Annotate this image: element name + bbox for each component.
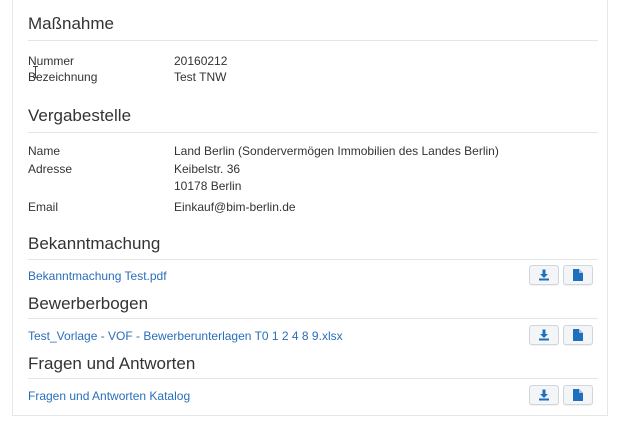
view-document-button[interactable] (563, 325, 593, 345)
document-icon (573, 389, 583, 401)
download-button[interactable] (529, 385, 559, 405)
divider (28, 40, 598, 41)
bekanntmachung-file-link[interactable]: Bekanntmachung Test.pdf (28, 269, 167, 283)
fragen-antworten-file-link[interactable]: Fragen und Antworten Katalog (28, 389, 190, 403)
name-value: Land Berlin (Sondervermögen Immobilien d… (174, 144, 499, 158)
vergabestelle-heading: Vergabestelle (28, 106, 132, 125)
bekanntmachung-heading: Bekanntmachung (28, 234, 161, 253)
bezeichnung-value: Test TNW (174, 70, 227, 84)
divider (28, 259, 598, 260)
adresse-label: Adresse (28, 162, 73, 176)
massnahme-heading: Maßnahme (28, 14, 114, 33)
view-document-button[interactable] (563, 265, 593, 285)
address-line-1: Keibelstr. 36 (174, 162, 241, 176)
address-line-2: 10178 Berlin (174, 179, 242, 193)
divider (28, 318, 598, 319)
download-icon (539, 329, 549, 341)
document-icon (573, 329, 583, 341)
download-button[interactable] (529, 325, 559, 345)
name-label: Name (28, 144, 61, 158)
divider (28, 378, 598, 379)
download-icon (539, 389, 549, 401)
view-document-button[interactable] (563, 385, 593, 405)
bekanntmachung-actions (529, 265, 593, 285)
document-icon (573, 269, 583, 281)
bewerberbogen-heading: Bewerberbogen (28, 294, 149, 313)
download-icon (539, 269, 549, 281)
fragen-antworten-actions (529, 385, 593, 405)
text-cursor-icon (33, 66, 38, 78)
fragen-antworten-heading: Fragen und Antworten (28, 354, 196, 373)
bezeichnung-label: Bezeichnung (28, 70, 98, 84)
download-button[interactable] (529, 265, 559, 285)
bewerberbogen-actions (529, 325, 593, 345)
divider (28, 132, 598, 133)
email-label: Email (28, 200, 59, 214)
nummer-value: 20160212 (174, 54, 228, 68)
bewerberbogen-file-link[interactable]: Test_Vorlage - VOF - Bewerberunterlagen … (28, 329, 343, 343)
email-value: Einkauf@bim-berlin.de (174, 200, 296, 214)
